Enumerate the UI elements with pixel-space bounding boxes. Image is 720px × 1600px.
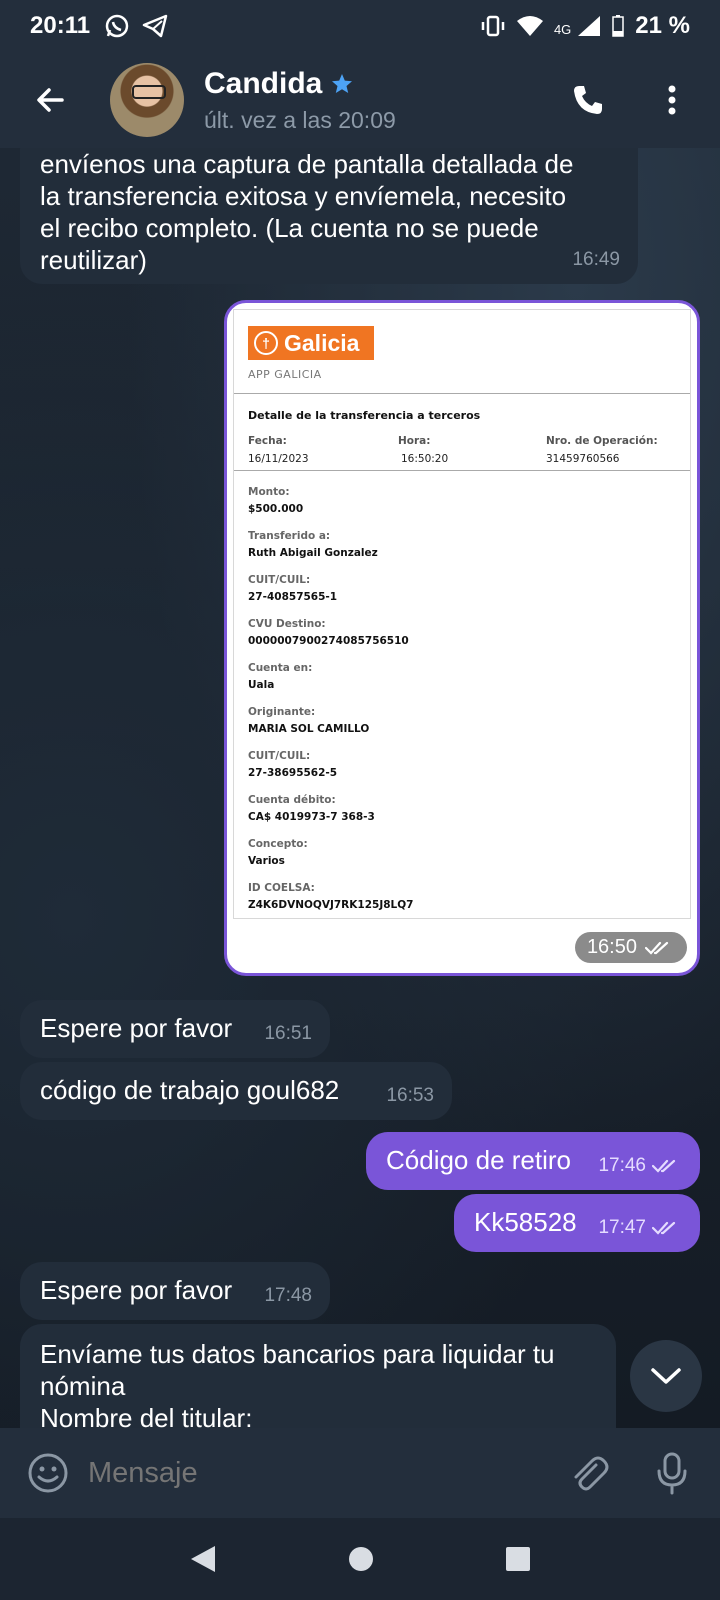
contact-info[interactable]: Candida últ. vez a las 20:09 <box>204 67 396 134</box>
premium-star-icon <box>332 73 353 93</box>
message-text: Espere por favor <box>40 1013 233 1043</box>
message-text-line: reutilizar) <box>40 245 147 275</box>
divider <box>234 393 690 394</box>
message-text: código de trabajo goul682 <box>40 1075 340 1105</box>
receipt-field: CVU Destino: 0000007900274085756510 <box>248 618 409 647</box>
message-text: Espere por favor <box>40 1275 233 1305</box>
composer <box>0 1428 720 1518</box>
galicia-logo: † Galicia <box>248 326 374 360</box>
contact-name: Candida <box>204 66 323 100</box>
message-incoming[interactable]: código de trabajo goul682 16:53 <box>20 1062 452 1120</box>
arrow-left-icon <box>37 88 64 112</box>
receipt-title: Detalle de la transferencia a terceros <box>248 409 481 422</box>
microphone-icon[interactable] <box>650 1451 694 1495</box>
more-vertical-icon <box>668 85 676 115</box>
receipt-field: ID COELSA: Z4K6DVNOQVJ7RK125J8LQ7 <box>248 882 414 911</box>
nav-back-icon[interactable] <box>189 1544 217 1574</box>
back-button[interactable] <box>20 70 80 130</box>
message-time: 16:53 <box>386 1085 434 1106</box>
image-message[interactable]: † Galicia APP GALICIA Detalle de la tran… <box>224 300 700 976</box>
receipt-date: Fecha: 16/11/2023 <box>248 435 309 465</box>
receipt-app-label: APP GALICIA <box>248 368 322 381</box>
paperclip-icon[interactable] <box>566 1451 610 1495</box>
receipt-image: † Galicia APP GALICIA Detalle de la tran… <box>233 309 691 919</box>
receipt-field: CUIT/CUIL: 27-40857565-1 <box>248 574 338 603</box>
receipt-field: CUIT/CUIL: 27-38695562-5 <box>248 750 338 779</box>
wifi-icon <box>516 16 543 36</box>
call-button[interactable] <box>558 70 618 130</box>
battery-icon <box>612 15 625 37</box>
chat-header: Candida últ. vez a las 20:09 <box>0 52 720 148</box>
message-incoming[interactable]: envíenos una captura de pantalla detalla… <box>20 148 638 284</box>
phone-icon <box>574 86 602 114</box>
receipt-field: Concepto: Varios <box>248 838 308 867</box>
nav-recents-icon[interactable] <box>505 1546 531 1572</box>
receipt-field: Monto: $500.000 <box>248 486 304 515</box>
status-time: 20:11 <box>30 12 91 39</box>
last-seen: últ. vez a las 20:09 <box>204 106 396 133</box>
message-text-line: la transferencia exitosa y envíemela, ne… <box>40 181 567 211</box>
message-time: 16:49 <box>572 249 620 270</box>
double-check-icon <box>652 1159 676 1173</box>
emoji-icon[interactable] <box>26 1451 70 1495</box>
message-time: 16:51 <box>264 1023 312 1044</box>
message-incoming[interactable]: Envíame tus datos bancarios para liquida… <box>20 1324 616 1428</box>
message-text-line: Envíame tus datos bancarios para liquida… <box>40 1339 555 1369</box>
receipt-time: Hora: 16:50:20 <box>398 435 449 465</box>
message-text-line: envíenos una captura de pantalla detalla… <box>40 149 574 179</box>
message-input[interactable] <box>88 1456 566 1490</box>
telegram-icon <box>142 14 168 38</box>
galicia-emblem-icon: † <box>254 331 278 355</box>
message-text-line: el recibo completo. (La cuenta no se pue… <box>40 213 539 243</box>
message-time: 17:46 <box>598 1150 682 1182</box>
message-outgoing[interactable]: Código de retiro 17:46 <box>366 1132 700 1190</box>
more-options-button[interactable] <box>642 70 702 130</box>
message-outgoing[interactable]: Kk58528 17:47 <box>454 1194 700 1252</box>
message-text: Código de retiro <box>386 1145 571 1175</box>
contact-avatar[interactable] <box>110 63 184 137</box>
signal-icon <box>578 16 601 36</box>
vibrate-icon <box>481 15 505 37</box>
message-time: 17:47 <box>598 1212 682 1244</box>
nav-home-icon[interactable] <box>347 1545 375 1573</box>
receipt-field: Cuenta en: Uala <box>248 662 313 691</box>
scroll-down-button[interactable] <box>630 1340 702 1412</box>
message-text: Kk58528 <box>474 1207 577 1237</box>
receipt-field: Cuenta débito: CA$ 4019973-7 368-3 <box>248 794 375 823</box>
network-type: 4G <box>553 22 572 37</box>
message-incoming[interactable]: Espere por favor 17:48 <box>20 1262 330 1320</box>
double-check-icon <box>652 1221 676 1235</box>
status-bar: 20:11 4G 21 % <box>0 0 720 52</box>
chevron-down-icon <box>651 1368 681 1384</box>
receipt-field: Transferido a: Ruth Abigail Gonzalez <box>248 530 378 559</box>
system-nav-bar <box>0 1518 720 1600</box>
image-timestamp: 16:50 <box>574 932 687 963</box>
message-time: 17:48 <box>264 1285 312 1306</box>
receipt-field: Originante: MARIA SOL CAMILLO <box>248 706 370 735</box>
divider <box>234 470 690 471</box>
message-text-line: Nombre del titular: <box>40 1403 253 1428</box>
battery-level: 21 % <box>635 12 690 39</box>
message-text-line: nómina <box>40 1371 126 1401</box>
whatsapp-icon <box>105 14 129 38</box>
receipt-operation-number: Nro. de Operación: 31459760566 <box>546 435 658 465</box>
message-list[interactable]: envíenos una captura de pantalla detalla… <box>0 148 720 1428</box>
message-incoming[interactable]: Espere por favor 16:51 <box>20 1000 330 1058</box>
double-check-icon <box>645 941 669 955</box>
